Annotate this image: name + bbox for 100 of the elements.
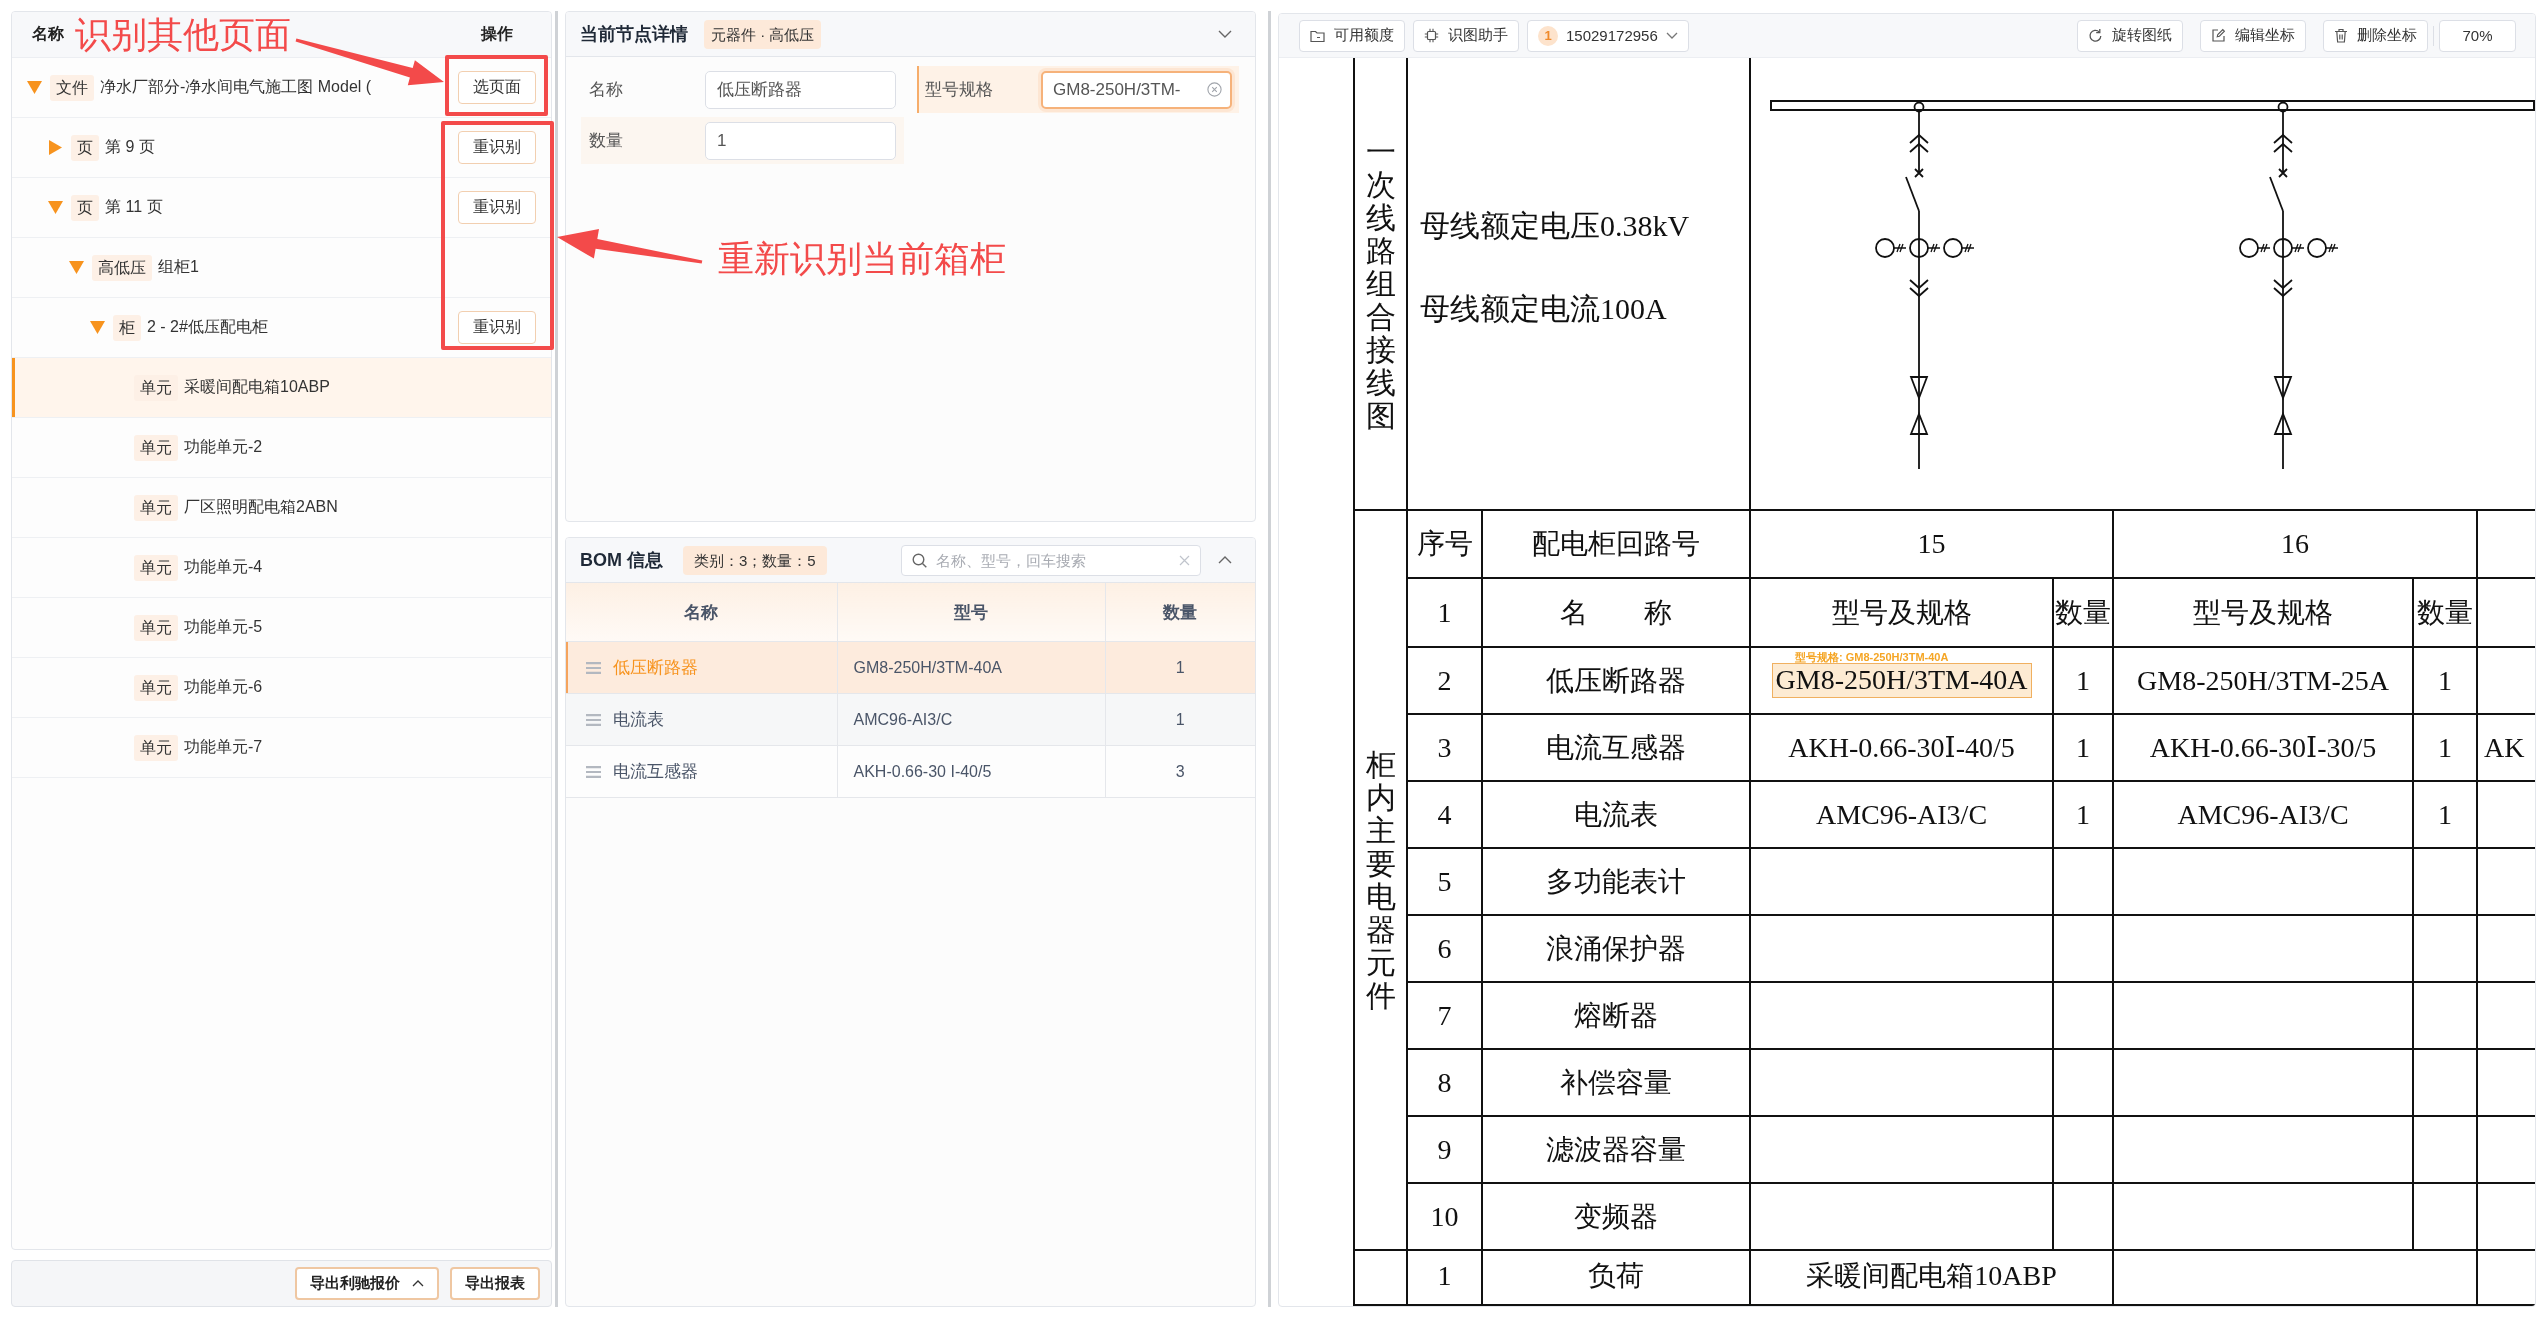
recognition-highlight: GM8-250H/3TM-40A [1771, 663, 2032, 698]
tree-row[interactable]: 高低压 组柜1 [12, 238, 551, 298]
action-button[interactable]: 重识别 [458, 191, 536, 224]
tree-row[interactable]: 单元 功能单元-6 [12, 658, 551, 718]
table-cell: 数量 [2053, 578, 2113, 647]
node-type-tag: 单元 [134, 674, 178, 701]
node-type-tag: 文件 [50, 74, 94, 101]
table-cell: 电流互感器 [1482, 714, 1750, 781]
action-button[interactable]: 选页面 [458, 71, 536, 104]
caret-icon[interactable] [49, 140, 62, 155]
toolbar-button[interactable]: 识图助手 [1413, 19, 1519, 52]
tree-row[interactable]: 单元 功能单元-5 [12, 598, 551, 658]
toolbar-button[interactable]: 旋转图纸 [2077, 19, 2183, 52]
tree-row[interactable]: 单元 功能单元-7 [12, 718, 551, 778]
table-cell: 型号及规格 [2113, 578, 2413, 647]
card-title: 当前节点详情 [580, 23, 688, 46]
caret-icon[interactable] [27, 81, 42, 94]
table-cell: AMC96-AI3/C [1750, 781, 2053, 848]
table-cell: 补偿容量 [1482, 1049, 1750, 1116]
tree-row[interactable]: 页 第 9 页 重识别 [12, 118, 551, 178]
text-field[interactable]: 1 [705, 121, 896, 160]
account-dropdown[interactable]: 1 15029172956 [1527, 19, 1689, 52]
drag-handle-icon[interactable] [586, 765, 601, 778]
export-button[interactable]: 导出报表 [450, 1267, 540, 1300]
column-header: 名称 [566, 583, 837, 642]
item-name: 电流表 [613, 709, 664, 731]
zoom-level-button[interactable]: 70% [2439, 19, 2516, 52]
annotation-label: 识别其他页面 [75, 14, 291, 56]
text-field[interactable]: GM8-250H/3TM- [1041, 70, 1232, 109]
table-row[interactable]: 电流表 AMC96-AI3/C 1 [566, 693, 1255, 746]
action-button[interactable]: 重识别 [458, 131, 536, 164]
node-name: 净水厂部分-净水间电气施工图 Model ( [100, 77, 372, 97]
category-tag: 元器件 · 高低压 [704, 19, 822, 49]
toolbar-button[interactable]: 删除坐标 [2323, 19, 2428, 52]
caret-icon[interactable] [90, 321, 105, 334]
node-name: 功能单元-5 [184, 617, 263, 637]
table-cell: 序号 [1407, 510, 1482, 578]
node-type-tag: 单元 [134, 554, 178, 581]
tree-row[interactable]: 单元 厂区照明配电箱2ABN [12, 478, 551, 538]
export-button[interactable]: 导出利驰报价 [295, 1267, 439, 1300]
search-icon [912, 552, 927, 568]
tree-row[interactable]: 页 第 11 页 重识别 [12, 178, 551, 238]
action-button[interactable]: 重识别 [458, 311, 536, 344]
rotate-icon [2088, 28, 2103, 43]
toolbar-button[interactable]: 可用额度 [1299, 19, 1405, 52]
chevron-up-icon[interactable] [1218, 556, 1232, 564]
table-cell: 1 [1105, 693, 1255, 746]
column-header: 操作 [481, 25, 513, 42]
drag-handle-icon[interactable] [586, 661, 601, 674]
node-type-tag: 单元 [134, 734, 178, 761]
node-name: 功能单元-7 [184, 737, 263, 757]
node-name: 采暖间配电箱10ABP [184, 377, 330, 397]
column-header: 数量 [1105, 583, 1255, 642]
table-cell: 变频器 [1482, 1183, 1750, 1250]
table-cell: 配电柜回路号 [1482, 510, 1750, 578]
node-name: 第 9 页 [105, 137, 155, 157]
field-label: 名称 [589, 80, 623, 99]
node-name: 功能单元-4 [184, 557, 263, 577]
tree-row[interactable]: 单元 功能单元-2 [12, 418, 551, 478]
table-cell: AMC96-AI3/C [2113, 781, 2413, 848]
node-type-tag: 页 [71, 194, 99, 221]
table-cell: 10 [1407, 1183, 1482, 1250]
field-label: 型号规格 [925, 80, 993, 99]
table-cell: 1 [2413, 781, 2477, 848]
tree-row[interactable]: 单元 采暖间配电箱10ABP [12, 358, 551, 418]
node-name: 第 11 页 [105, 197, 163, 217]
chip-icon [1424, 28, 1439, 43]
count-badge: 1 [1538, 25, 1558, 46]
table-cell: GM8-250H/3TM-25A [2113, 647, 2413, 714]
node-name: 功能单元-2 [184, 437, 263, 457]
table-cell: 低压断路器 [1482, 647, 1750, 714]
chevron-down-icon[interactable] [1218, 30, 1232, 38]
table-cell: 1 [2053, 714, 2113, 781]
table-cell: 熔断器 [1482, 982, 1750, 1049]
table-cell: 多功能表计 [1482, 848, 1750, 915]
table-cell: 1 [1105, 641, 1255, 694]
table-cell: 负荷 [1482, 1250, 1750, 1305]
caret-icon[interactable] [48, 201, 63, 214]
node-name: 厂区照明配电箱2ABN [184, 497, 338, 517]
table-cell: 6 [1407, 915, 1482, 982]
table-row[interactable]: 低压断路器 GM8-250H/3TM-40A 1 [566, 641, 1255, 694]
clear-icon[interactable] [1179, 554, 1190, 566]
search-field[interactable]: 名称、型号，回车搜索 [901, 544, 1201, 576]
caret-icon[interactable] [69, 261, 84, 274]
table-cell: 浪涌保护器 [1482, 915, 1750, 982]
toolbar-button[interactable]: 编辑坐标 [2200, 19, 2306, 52]
edit-icon [2211, 28, 2226, 43]
node-type-tag: 单元 [134, 434, 178, 461]
text-field[interactable]: 低压断路器 [705, 70, 896, 109]
clear-icon[interactable] [1207, 82, 1222, 97]
annotation-label: 重新识别当前箱柜 [718, 238, 1006, 280]
drag-handle-icon[interactable] [586, 713, 601, 726]
node-name: 功能单元-6 [184, 677, 263, 697]
table-cell: GM8-250H/3TM-40A [837, 641, 1105, 694]
table-cell: AMC96-AI3/C [837, 693, 1105, 746]
recognition-label: 型号规格: GM8-250H/3TM-40A [1795, 650, 1949, 665]
tree-row[interactable]: 单元 功能单元-4 [12, 538, 551, 598]
table-row[interactable]: 电流互感器 AKH-0.66-30 I-40/5 3 [566, 745, 1255, 798]
node-type-tag: 单元 [134, 614, 178, 641]
table-cell: 3 [1105, 745, 1255, 798]
